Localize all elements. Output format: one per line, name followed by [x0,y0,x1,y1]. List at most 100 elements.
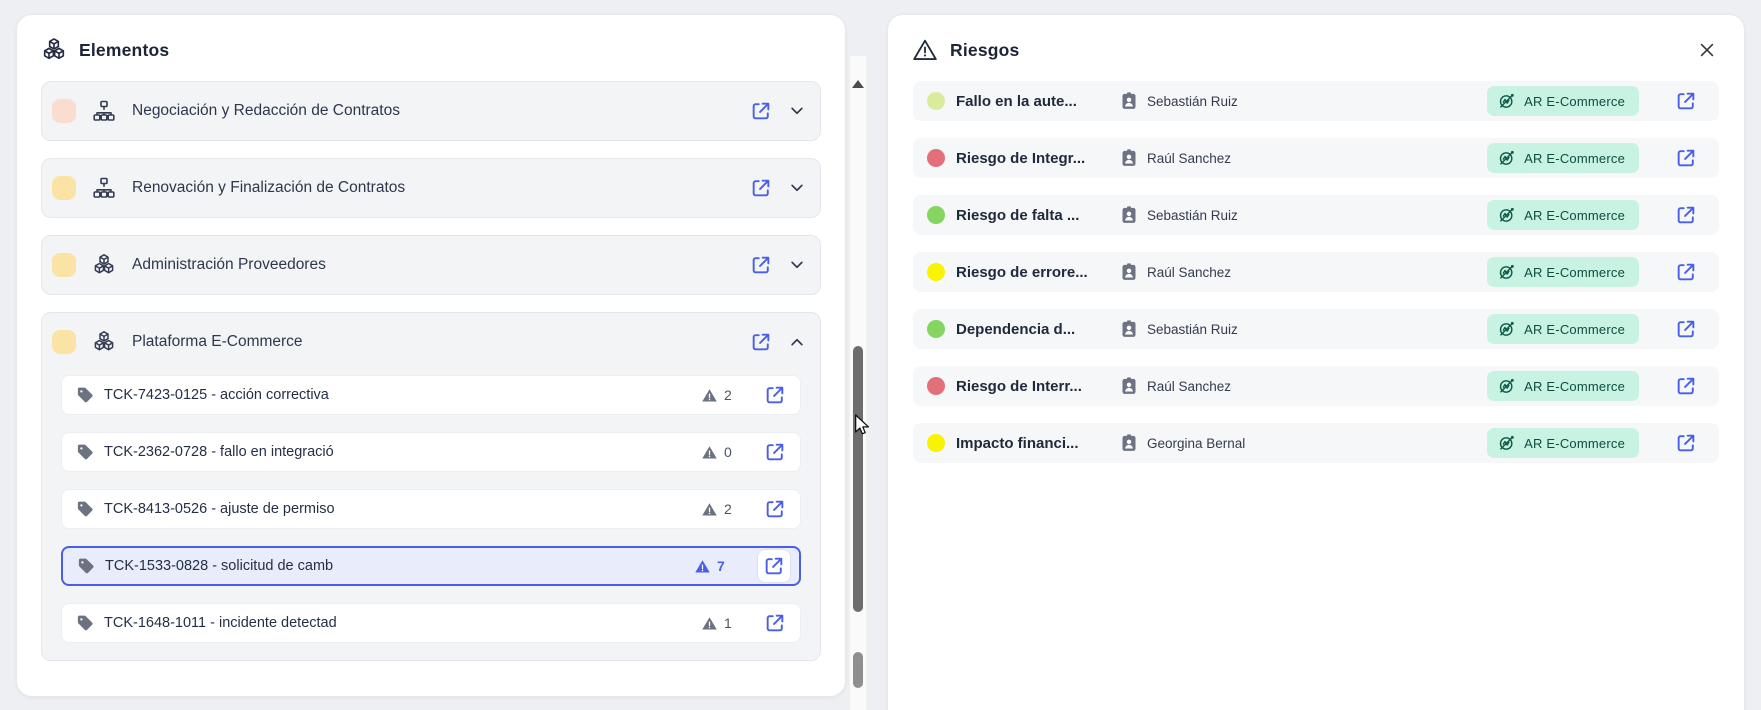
sitemap-icon [92,176,116,200]
open-external-icon[interactable] [750,331,772,353]
tag-icon [76,614,94,632]
scrollbar-thumb-secondary[interactable] [853,652,863,688]
risk-status-dot [927,320,945,338]
risk-assignee: Georgina Bernal [1119,433,1245,453]
group-color-swatch [52,176,76,200]
risk-row[interactable]: Impacto financi... Georgina Bernal AR E-… [913,423,1719,463]
elementos-group-list: Negociación y Redacción de Contratos Ren… [17,81,845,661]
risk-list: Fallo en la aute... Sebastián Ruiz AR E-… [888,81,1744,463]
context-chip[interactable]: AR E-Commerce [1487,143,1639,173]
activity-off-icon [1497,376,1517,396]
context-chip[interactable]: AR E-Commerce [1487,314,1639,344]
scrollbar-up-arrow-icon[interactable] [852,80,864,88]
open-external-icon[interactable] [764,498,786,520]
open-external-icon[interactable] [750,177,772,199]
risk-row[interactable]: Riesgo de errore... Raúl Sanchez AR E-Co… [913,252,1719,292]
ticket-row[interactable]: TCK-7423-0125 - acción correctiva 2 [61,375,801,415]
context-chip-label: AR E-Commerce [1524,322,1625,337]
cubes-icon [92,253,116,277]
tag-icon [76,443,94,461]
close-icon [1697,40,1717,60]
chevron-down-icon[interactable] [788,179,806,197]
context-chip-label: AR E-Commerce [1524,94,1625,109]
tag-icon [77,557,95,575]
risk-assignee: Raúl Sanchez [1119,262,1231,282]
context-chip-label: AR E-Commerce [1524,151,1625,166]
assignee-name: Raúl Sanchez [1147,265,1231,280]
risk-status-dot [927,149,945,167]
risk-row[interactable]: Fallo en la aute... Sebastián Ruiz AR E-… [913,81,1719,121]
warning-count: 2 [724,501,734,517]
context-chip[interactable]: AR E-Commerce [1487,371,1639,401]
tag-icon [76,500,94,518]
id-badge-icon [1119,148,1139,168]
id-badge-icon [1119,205,1139,225]
open-external-icon[interactable] [764,384,786,406]
open-external-icon[interactable] [764,612,786,634]
warning-counter: 1 [701,615,734,632]
open-external-icon[interactable] [1675,375,1697,397]
open-external-icon[interactable] [1675,147,1697,169]
elementos-panel: Elementos Negociación y Redacción de Con… [16,14,846,697]
risk-row[interactable]: Riesgo de Interr... Raúl Sanchez AR E-Co… [913,366,1719,406]
warning-count: 2 [724,387,734,403]
scrollbar-thumb[interactable] [853,346,863,612]
risk-name: Riesgo de Interr... [956,378,1119,395]
risk-row[interactable]: Riesgo de falta ... Sebastián Ruiz AR E-… [913,195,1719,235]
elementos-panel-title: Elementos [79,40,169,61]
element-group: Renovación y Finalización de Contratos [41,158,821,218]
chevron-down-icon[interactable] [788,102,806,120]
open-external-icon[interactable] [750,100,772,122]
ticket-row[interactable]: TCK-2362-0728 - fallo en integració 0 [61,432,801,472]
chevron-up-icon[interactable] [788,333,806,351]
assignee-name: Raúl Sanchez [1147,151,1231,166]
risk-status-dot [927,434,945,452]
element-group-row[interactable]: Negociación y Redacción de Contratos [42,82,820,140]
open-external-icon[interactable] [1675,432,1697,454]
risk-row[interactable]: Dependencia d... Sebastián Ruiz AR E-Com… [913,309,1719,349]
ticket-row[interactable]: TCK-8413-0526 - ajuste de permiso 2 [61,489,801,529]
group-color-swatch [52,99,76,123]
warning-icon [701,444,718,461]
risk-name: Riesgo de Integr... [956,150,1119,167]
assignee-name: Raúl Sanchez [1147,379,1231,394]
ticket-label: TCK-7423-0125 - acción correctiva [104,387,329,403]
chevron-down-icon[interactable] [788,256,806,274]
id-badge-icon [1119,91,1139,111]
warning-counter: 7 [694,558,727,575]
element-group-row[interactable]: Plataforma E-Commerce [42,313,820,371]
tag-icon [76,386,94,404]
open-external-icon[interactable] [764,441,786,463]
open-external-icon[interactable] [1675,90,1697,112]
vertical-scrollbar-track[interactable] [849,56,867,710]
context-chip[interactable]: AR E-Commerce [1487,428,1639,458]
element-group-row[interactable]: Administración Proveedores [42,236,820,294]
warning-icon [912,37,938,63]
assignee-name: Georgina Bernal [1147,436,1245,451]
context-chip[interactable]: AR E-Commerce [1487,200,1639,230]
riesgos-panel: Riesgos Fallo en la aute... Sebastián Ru… [887,14,1745,710]
context-chip-label: AR E-Commerce [1524,208,1625,223]
risk-row[interactable]: Riesgo de Integr... Raúl Sanchez AR E-Co… [913,138,1719,178]
group-label: Renovación y Finalización de Contratos [132,179,405,197]
id-badge-icon [1119,433,1139,453]
riesgos-panel-header: Riesgos [888,15,1744,81]
open-external-icon[interactable] [1675,261,1697,283]
open-external-icon[interactable] [763,555,785,577]
risk-status-dot [927,263,945,281]
element-group-row[interactable]: Renovación y Finalización de Contratos [42,159,820,217]
ticket-row[interactable]: TCK-1533-0828 - solicitud de camb 7 [61,546,801,586]
activity-off-icon [1497,262,1517,282]
context-chip[interactable]: AR E-Commerce [1487,257,1639,287]
ticket-row[interactable]: TCK-1648-1011 - incidente detectad 1 [61,603,801,643]
ticket-label: TCK-2362-0728 - fallo en integració [104,444,334,460]
close-button[interactable] [1694,37,1720,63]
open-external-icon[interactable] [1675,318,1697,340]
open-external-icon[interactable] [1675,204,1697,226]
context-chip[interactable]: AR E-Commerce [1487,86,1639,116]
ticket-label: TCK-1648-1011 - incidente detectad [104,615,337,631]
context-chip-label: AR E-Commerce [1524,265,1625,280]
group-color-swatch [52,330,76,354]
group-label: Negociación y Redacción de Contratos [132,102,400,120]
open-external-icon[interactable] [750,254,772,276]
